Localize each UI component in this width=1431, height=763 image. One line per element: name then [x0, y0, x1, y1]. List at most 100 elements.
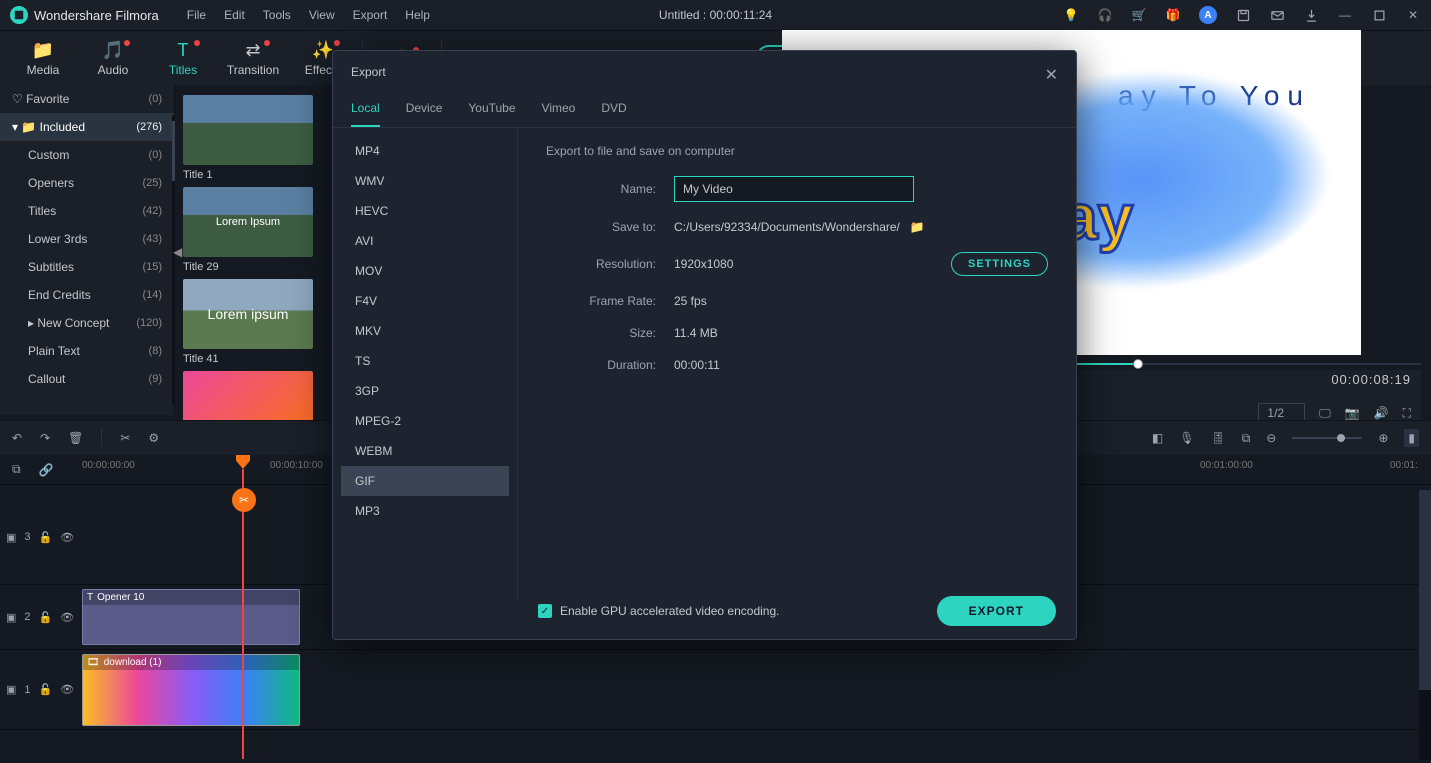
fmt-avi[interactable]: AVI	[341, 226, 509, 256]
snapshot-icon[interactable]: 📷	[1345, 406, 1360, 420]
playhead-split-icon[interactable]: ✂	[232, 488, 256, 512]
display-icon[interactable]: 🖵	[1319, 406, 1331, 421]
headset-icon[interactable]: 🎧	[1097, 7, 1113, 23]
menu-bar: File Edit Tools View Export Help	[187, 8, 430, 22]
gift-icon[interactable]: 🎁	[1165, 7, 1181, 23]
crop-icon[interactable]: ⧉	[1242, 431, 1251, 446]
menu-edit[interactable]: Edit	[224, 8, 245, 22]
timeline-vscroll[interactable]	[1419, 490, 1431, 760]
export-tabs: Local Device YouTube Vimeo DVD	[333, 93, 1076, 128]
fmt-f4v[interactable]: F4V	[341, 286, 509, 316]
gallery-thumb-41[interactable]: Lorem ipsum	[183, 279, 313, 349]
titles-gallery: ◀ Title 1 Lorem Ipsum Title 29 Lorem ips…	[175, 85, 337, 415]
fmt-hevc[interactable]: HEVC	[341, 196, 509, 226]
mail-icon[interactable]	[1269, 7, 1285, 23]
zoom-in-icon[interactable]: ⊕	[1378, 431, 1388, 445]
export-button[interactable]: EXPORT	[937, 596, 1056, 626]
volume-icon[interactable]: 🔊	[1374, 406, 1389, 420]
gallery-thumb-29[interactable]: Lorem Ipsum	[183, 187, 313, 257]
fmt-mp3[interactable]: MP3	[341, 496, 509, 526]
cut-icon[interactable]: ✂	[120, 431, 130, 445]
download-icon[interactable]	[1303, 7, 1319, 23]
close-icon[interactable]: ✕	[1045, 65, 1058, 85]
fmt-gif[interactable]: GIF	[341, 466, 509, 496]
sidebar-item-openers[interactable]: Openers(25)	[0, 169, 174, 197]
match-icon[interactable]: ⧉	[12, 462, 21, 477]
sidebar-item-callout[interactable]: Callout(9)	[0, 365, 174, 393]
name-label: Name:	[546, 182, 674, 196]
fmt-mp4[interactable]: MP4	[341, 136, 509, 166]
redo-icon[interactable]: ↷	[40, 431, 50, 445]
tab-audio[interactable]: 🎵Audio	[78, 40, 148, 77]
gpu-checkbox[interactable]: ✓ Enable GPU accelerated video encoding.	[538, 604, 779, 618]
export-tab-vimeo[interactable]: Vimeo	[542, 93, 576, 127]
collapse-arrow-icon[interactable]: ◀	[173, 245, 182, 259]
menu-view[interactable]: View	[309, 8, 335, 22]
export-description: Export to file and save on computer	[546, 144, 1048, 158]
link-icon[interactable]: 🔗	[39, 463, 54, 477]
track-1[interactable]: ▣1🔓👁 🎞download (1)	[0, 650, 1419, 730]
export-tab-youtube[interactable]: YouTube	[468, 93, 515, 127]
close-icon[interactable]: ✕	[1405, 7, 1421, 23]
menu-file[interactable]: File	[187, 8, 206, 22]
sidebar-item-custom[interactable]: Custom(0)	[0, 141, 174, 169]
lock-icon[interactable]: 🔓	[39, 611, 53, 624]
fmt-mov[interactable]: MOV	[341, 256, 509, 286]
clip-opener-10[interactable]: TOpener 10	[82, 589, 300, 645]
tab-media[interactable]: 📁Media	[8, 40, 78, 77]
export-tab-local[interactable]: Local	[351, 93, 380, 127]
zoom-slider[interactable]	[1292, 437, 1362, 439]
zoom-out-icon[interactable]: ⊖	[1266, 431, 1276, 445]
lock-icon[interactable]: 🔓	[39, 531, 53, 544]
undo-icon[interactable]: ↶	[12, 431, 22, 445]
export-tab-device[interactable]: Device	[406, 93, 443, 127]
fmt-webm[interactable]: WEBM	[341, 436, 509, 466]
mixer-icon[interactable]: 🎚	[1210, 431, 1225, 445]
maximize-icon[interactable]	[1371, 7, 1387, 23]
fmt-wmv[interactable]: WMV	[341, 166, 509, 196]
gallery-thumb-1[interactable]	[183, 95, 313, 165]
sidebar-item-plaintext[interactable]: Plain Text(8)	[0, 337, 174, 365]
delete-icon[interactable]: 🗑	[68, 431, 83, 445]
clip-download-1[interactable]: 🎞download (1)	[82, 654, 300, 726]
video-clip-icon: 🎞	[87, 657, 100, 668]
settings-button[interactable]: SETTINGS	[951, 252, 1048, 276]
menu-help[interactable]: Help	[405, 8, 430, 22]
export-footer: ✓ Enable GPU accelerated video encoding.…	[518, 583, 1076, 639]
adjust-icon[interactable]: ⚙	[148, 431, 159, 445]
fmt-3gp[interactable]: 3GP	[341, 376, 509, 406]
app-logo: Wondershare Filmora	[10, 6, 159, 24]
zoom-fit-icon[interactable]: ▮	[1404, 429, 1419, 447]
fullscreen-icon[interactable]: ⛶	[1403, 406, 1411, 421]
tab-titles[interactable]: TTitles	[148, 40, 218, 77]
minimize-icon[interactable]: —	[1337, 7, 1353, 23]
fmt-mkv[interactable]: MKV	[341, 316, 509, 346]
browse-folder-icon[interactable]: 📁	[910, 220, 925, 234]
fmt-mpeg2[interactable]: MPEG-2	[341, 406, 509, 436]
eye-icon[interactable]: 👁	[60, 531, 74, 544]
menu-export[interactable]: Export	[353, 8, 388, 22]
save-icon[interactable]	[1235, 7, 1251, 23]
playhead-line	[242, 469, 244, 759]
export-tab-dvd[interactable]: DVD	[601, 93, 626, 127]
eye-icon[interactable]: 👁	[60, 683, 74, 696]
sidebar-favorite[interactable]: ♡ Favorite(0)	[0, 85, 174, 113]
eye-icon[interactable]: 👁	[60, 611, 74, 624]
idea-icon[interactable]: 💡	[1063, 7, 1079, 23]
titles-sidebar: ♡ Favorite(0) ▾ 📁 Included(276) Custom(0…	[0, 85, 175, 415]
marker-icon[interactable]: ◧	[1152, 431, 1163, 445]
name-input[interactable]	[674, 176, 914, 202]
fmt-ts[interactable]: TS	[341, 346, 509, 376]
sidebar-item-titles[interactable]: Titles(42)	[0, 197, 174, 225]
sidebar-item-newconcept[interactable]: ▸ New Concept(120)	[0, 309, 174, 337]
sidebar-item-endcredits[interactable]: End Credits(14)	[0, 281, 174, 309]
tab-transition[interactable]: ⇄Transition	[218, 40, 288, 77]
cart-icon[interactable]: 🛒	[1131, 7, 1147, 23]
lock-icon[interactable]: 🔓	[39, 683, 53, 696]
sidebar-item-lower3rds[interactable]: Lower 3rds(43)	[0, 225, 174, 253]
record-voice-icon[interactable]: 🎙	[1179, 431, 1194, 445]
user-avatar[interactable]: A	[1199, 6, 1217, 24]
menu-tools[interactable]: Tools	[263, 8, 291, 22]
sidebar-item-subtitles[interactable]: Subtitles(15)	[0, 253, 174, 281]
sidebar-included[interactable]: ▾ 📁 Included(276)	[0, 113, 174, 141]
